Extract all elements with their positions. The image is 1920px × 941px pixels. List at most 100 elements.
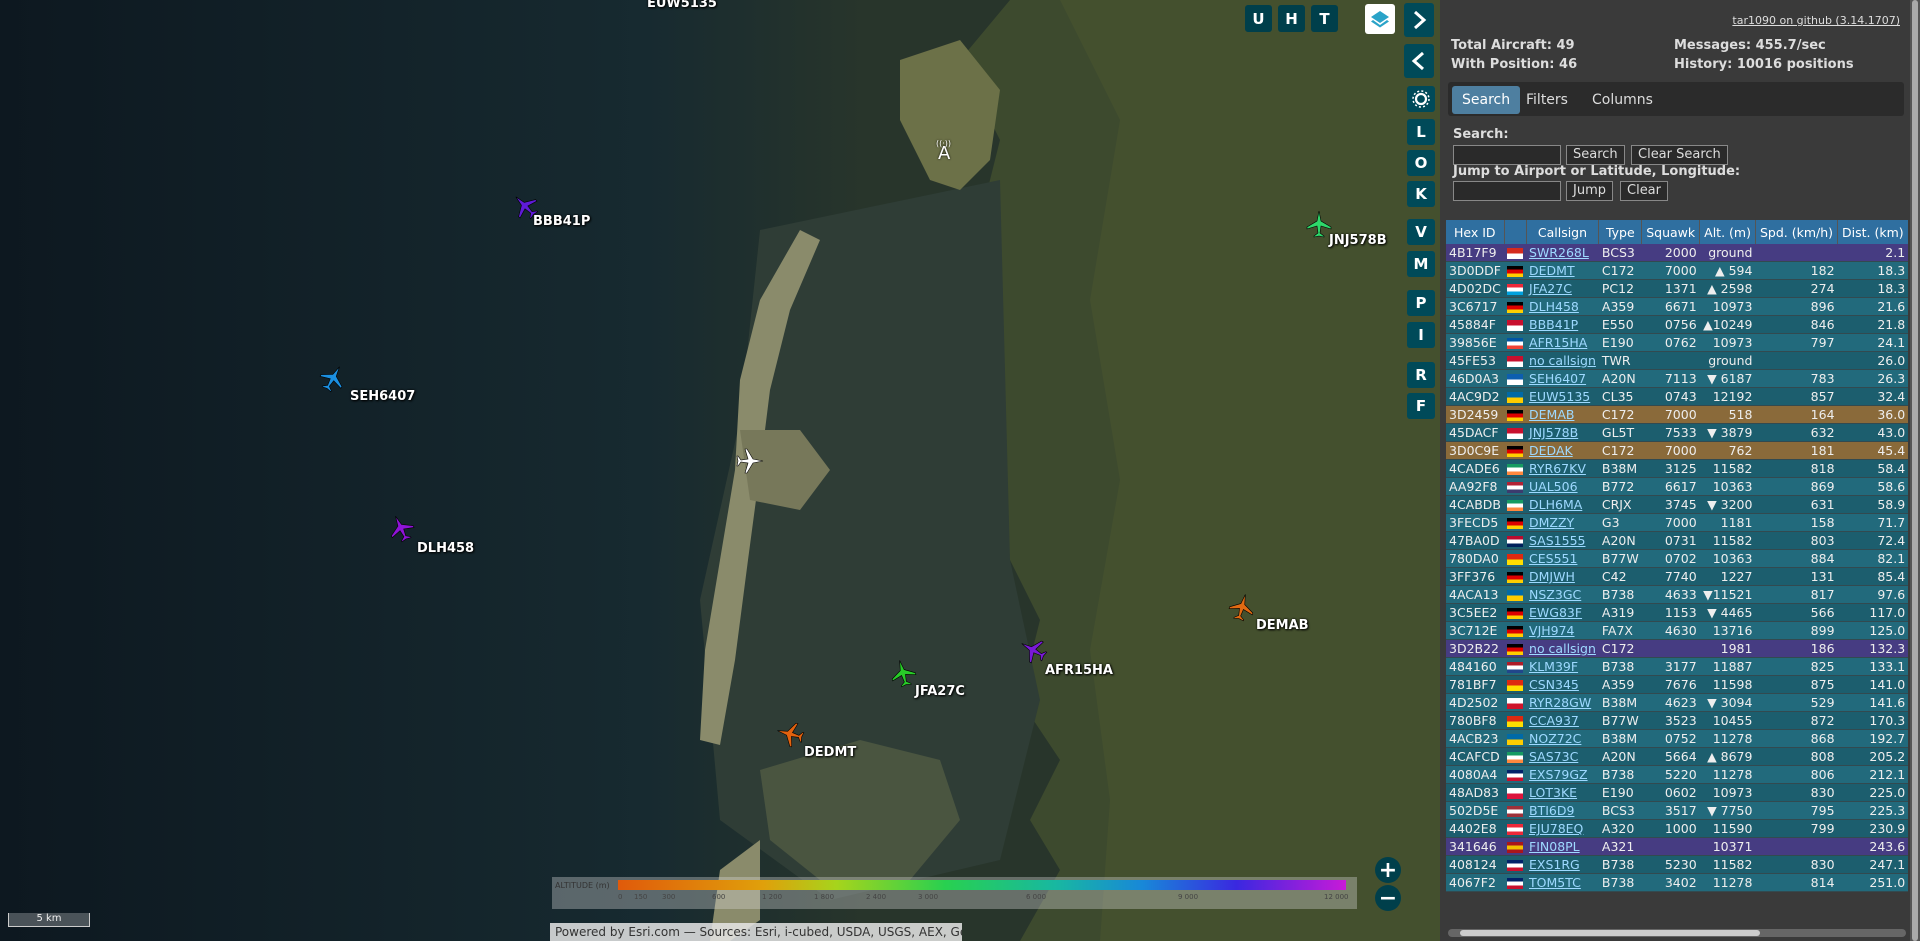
clear-search-button[interactable]: Clear Search [1631, 145, 1728, 165]
aircraft-label[interactable]: DLH458 [417, 541, 474, 556]
table-row[interactable]: 3C5EE2EWG83FA3191153▼ 4465566117.0-19 [1446, 603, 1908, 622]
table-row[interactable]: 45DACFJNJ578BGL5T7533▼ 387963243.0-16 [1446, 423, 1908, 442]
callsign-cell[interactable]: CCA937 [1526, 711, 1599, 730]
toggle-o-button[interactable]: O [1407, 150, 1435, 176]
aircraft-label[interactable]: SEH6407 [350, 389, 415, 404]
table-row[interactable]: 4D2502RYR28GWB38M4623▼ 3094529141.6-22 [1446, 693, 1908, 712]
callsign-cell[interactable]: AFR15HA [1526, 333, 1599, 352]
toggle-m-button[interactable]: M [1407, 251, 1435, 277]
toggle-u-button[interactable]: U [1245, 5, 1272, 32]
layers-button[interactable] [1365, 4, 1395, 34]
table-row[interactable]: 341646FIN08PLA32110371243.6-27 [1446, 837, 1908, 856]
toggle-v-button[interactable]: V [1407, 219, 1435, 245]
toggle-i-button[interactable]: I [1407, 322, 1435, 348]
table-row[interactable]: 484160KLM39FB738317711887825133.1-21 [1446, 657, 1908, 676]
toggle-p-button[interactable]: P [1407, 290, 1435, 316]
table-row[interactable]: 45884FBBB41PE5500756▲1024984621.8-13 [1446, 315, 1908, 334]
callsign-cell[interactable]: RYR28GW [1526, 693, 1599, 712]
col-squawk[interactable]: Squawk [1641, 220, 1701, 244]
col-callsign[interactable]: Callsign [1526, 220, 1600, 244]
callsign-cell[interactable]: TOM5TC [1526, 873, 1599, 892]
callsign-cell[interactable]: EWG83F [1526, 603, 1599, 622]
scrollbar-thumb[interactable] [1912, 0, 1918, 941]
table-row[interactable]: 3D0DDFDEDMTC1727000▲ 59418218.3-3 [1446, 261, 1908, 280]
table-row[interactable]: 3C6717DLH458A35966711097389621.6-10 [1446, 297, 1908, 316]
map-view[interactable]: EUW5135 ((·)) A BBB41P SEH6407 DLH458 JN… [0, 0, 1440, 941]
table-row[interactable]: 4ACB23NOZ72CB38M075211278868192.7-15 [1446, 729, 1908, 748]
tab-filters[interactable]: Filters [1516, 86, 1578, 114]
callsign-cell[interactable]: SAS73C [1526, 747, 1599, 766]
callsign-cell[interactable]: DMZZY [1526, 513, 1599, 532]
toggle-r-button[interactable]: R [1407, 362, 1435, 388]
table-row[interactable]: 408124EXS1RGB738523011582830247.1-24 [1446, 855, 1908, 874]
table-row[interactable]: 780BF8CCA937B77W352310455872170.3-26 [1446, 711, 1908, 730]
zoom-in-button[interactable]: + [1375, 857, 1401, 883]
callsign-cell[interactable]: JNJ578B [1526, 423, 1599, 442]
callsign-cell[interactable]: EXS79GZ [1526, 765, 1599, 784]
callsign-cell[interactable]: NOZ72C [1526, 729, 1599, 748]
search-input[interactable] [1453, 145, 1561, 165]
page-vertical-scrollbar[interactable] [1910, 0, 1920, 941]
col-type[interactable]: Type [1598, 220, 1643, 244]
callsign-cell[interactable]: no callsign [1526, 639, 1599, 658]
callsign-cell[interactable]: CSN345 [1526, 675, 1599, 694]
table-horizontal-scrollbar[interactable] [1448, 929, 1906, 937]
aircraft-label[interactable]: JNJ578B [1329, 233, 1387, 248]
callsign-cell[interactable]: LOT3KE [1526, 783, 1599, 802]
col-hex-id[interactable]: Hex ID [1446, 220, 1505, 244]
table-row[interactable]: 48AD83LOT3KEE190060210973830225.0-23 [1446, 783, 1908, 802]
table-row[interactable]: 45FE53no callsignTWRground26.0-23 [1446, 351, 1908, 370]
partial-aircraft-label[interactable]: EUW5135 [647, 0, 717, 11]
callsign-cell[interactable]: EXS1RG [1526, 855, 1599, 874]
callsign-cell[interactable]: SAS1555 [1526, 531, 1599, 550]
callsign-cell[interactable]: VJH974 [1526, 621, 1599, 640]
table-row[interactable]: 4CADE6RYR67KVB38M31251158281858.4-19 [1446, 459, 1908, 478]
jump-button[interactable]: Jump [1566, 181, 1613, 201]
callsign-cell[interactable]: DEDAK [1526, 441, 1599, 460]
table-row[interactable]: 502D5EBTI6D9BCS33517▼ 7750795225.3-25 [1446, 801, 1908, 820]
table-row[interactable]: 3FF376DMJWHC427740122713185.4-20 [1446, 567, 1908, 586]
aircraft-label[interactable]: DEMAB [1256, 618, 1309, 633]
callsign-cell[interactable]: DLH6MA [1526, 495, 1599, 514]
table-row[interactable]: 3D2B22no callsignC1721981186132.3-25 [1446, 639, 1908, 658]
callsign-cell[interactable]: no callsign [1526, 351, 1599, 370]
callsign-cell[interactable]: DEMAB [1526, 405, 1599, 424]
zoom-out-button[interactable]: − [1375, 885, 1401, 911]
table-row[interactable]: 3D0C9EDEDAKC172700076218145.4-9 [1446, 441, 1908, 460]
callsign-cell[interactable]: RYR67KV [1526, 459, 1599, 478]
callsign-cell[interactable]: DMJWH [1526, 567, 1599, 586]
callsign-cell[interactable]: DEDMT [1526, 261, 1599, 280]
callsign-cell[interactable]: BTI6D9 [1526, 801, 1599, 820]
table-row[interactable]: 3FECD5DMZZYG37000118115871.7-22 [1446, 513, 1908, 532]
tab-search[interactable]: Search [1452, 86, 1521, 114]
callsign-cell[interactable]: BBB41P [1526, 315, 1599, 334]
table-row[interactable]: 4AC9D2EUW5135CL3507431219285732.4-13 [1446, 387, 1908, 406]
table-row[interactable]: 4D02DCJFA27CPC121371▲ 259827418.3-2 [1446, 279, 1908, 298]
aircraft-label[interactable]: DEDMT [804, 745, 856, 760]
scrollbar-thumb[interactable] [1460, 930, 1760, 936]
collapse-panel-button[interactable] [1404, 44, 1434, 78]
callsign-cell[interactable]: UAL506 [1526, 477, 1599, 496]
callsign-cell[interactable]: NSZ3GC [1526, 585, 1599, 604]
table-row[interactable]: 46D0A3SEH6407A20N7113▼ 618778326.3-8 [1446, 369, 1908, 388]
table-row[interactable]: 4ACA13NSZ3GCB7384633▼1152181797.6-18 [1446, 585, 1908, 604]
col-flag[interactable] [1504, 220, 1527, 244]
aircraft-label[interactable]: BBB41P [533, 214, 590, 229]
col-altitude[interactable]: Alt. (m) [1699, 220, 1756, 244]
search-button[interactable]: Search [1566, 145, 1625, 165]
table-row[interactable]: AA92F8UAL506B77266171036386958.6-13 [1446, 477, 1908, 496]
callsign-cell[interactable]: FIN08PL [1526, 837, 1599, 856]
callsign-cell[interactable]: DLH458 [1526, 297, 1599, 316]
table-row[interactable]: 4402E8EJU78EQA320100011590799230.9-22 [1446, 819, 1908, 838]
clear-jump-button[interactable]: Clear [1620, 181, 1668, 201]
toggle-l-button[interactable]: L [1407, 119, 1435, 145]
callsign-cell[interactable]: KLM39F [1526, 657, 1599, 676]
aircraft-label[interactable]: JFA27C [915, 684, 965, 699]
expand-panel-button[interactable] [1404, 3, 1434, 37]
callsign-cell[interactable]: CES551 [1526, 549, 1599, 568]
callsign-cell[interactable]: EJU78EQ [1526, 819, 1599, 838]
table-row[interactable]: 47BA0DSAS1555A20N07311158280372.4-11 [1446, 531, 1908, 550]
table-row[interactable]: 4B17F9SWR268LBCS32000ground2.1-19 [1446, 244, 1908, 262]
settings-button[interactable] [1407, 86, 1435, 112]
callsign-cell[interactable]: EUW5135 [1526, 387, 1599, 406]
